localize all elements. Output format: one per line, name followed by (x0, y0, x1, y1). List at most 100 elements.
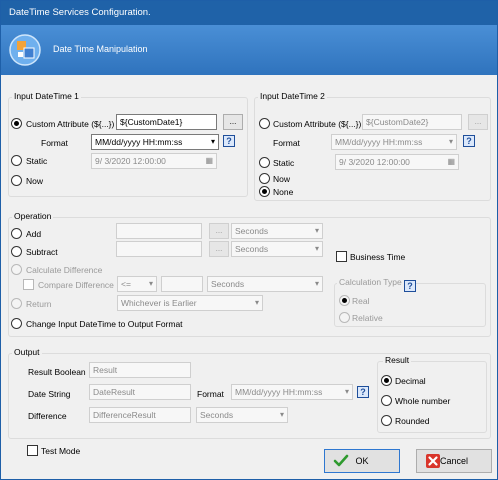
add-label: Add (26, 229, 42, 239)
input2-static-datetime-picker[interactable]: 9/ 3/2020 12:00:00 ▦ (335, 154, 459, 170)
header-banner: Date Time Manipulation (1, 25, 497, 75)
compare-difference-label: Compare Difference (38, 280, 114, 290)
date-string-label: Date String (28, 389, 71, 399)
return-label: Return (26, 299, 52, 309)
input1-format-label: Format (41, 138, 68, 148)
business-time-checkbox[interactable] (336, 251, 347, 262)
input1-format-help-icon[interactable]: ? (223, 135, 235, 147)
relative-radio[interactable] (339, 312, 350, 323)
real-label: Real (352, 296, 370, 306)
add-unit-value: Seconds (235, 226, 269, 236)
input2-custom-label: Custom Attribute (${...}) (273, 119, 362, 129)
subtract-browse-button[interactable]: ... (209, 241, 229, 257)
input2-static-radio[interactable] (259, 157, 270, 168)
output-format-select[interactable]: MM/dd/yyyy HH:mm:ss ▾ (231, 384, 353, 400)
subtract-radio[interactable] (11, 246, 22, 257)
chevron-down-icon: ▾ (344, 387, 349, 396)
difference-unit-value: Seconds (200, 410, 234, 420)
dialog-window: DateTime Services Configuration. Date Ti… (0, 0, 498, 480)
calendar-icon: ▦ (205, 156, 213, 165)
subtract-label: Subtract (26, 247, 58, 257)
input2-format-value: MM/dd/yyyy HH:mm:ss (335, 137, 423, 147)
add-amount-field[interactable] (116, 223, 202, 239)
decimal-radio[interactable] (381, 375, 392, 386)
compare-unit-value: Seconds (211, 279, 245, 289)
input1-custom-label: Custom Attribute (${...}) (26, 119, 115, 129)
input-datetime-2-label: Input DateTime 2 (258, 91, 327, 101)
input2-format-label: Format (273, 138, 300, 148)
input2-static-label: Static (273, 158, 295, 168)
difference-field[interactable]: DifferenceResult (89, 407, 191, 423)
input2-none-radio[interactable] (259, 186, 270, 197)
input1-custom-attribute-field[interactable]: ${CustomDate1} (116, 114, 217, 130)
result-group-label: Result (383, 355, 412, 365)
real-radio[interactable] (339, 295, 350, 306)
input1-browse-button[interactable]: ... (223, 114, 243, 130)
calendar-icon: ▦ (447, 157, 455, 166)
test-mode-checkbox[interactable] (27, 445, 38, 456)
difference-unit-select[interactable]: Seconds ▾ (196, 407, 288, 423)
cancel-button[interactable]: Cancel (416, 449, 492, 473)
compare-difference-checkbox[interactable] (23, 279, 34, 290)
add-browse-button[interactable]: ... (209, 223, 229, 239)
input2-static-value: 9/ 3/2020 12:00:00 (339, 157, 410, 167)
chevron-down-icon: ▾ (314, 244, 319, 253)
subtract-unit-select[interactable]: Seconds ▾ (231, 241, 323, 257)
chevron-down-icon: ▾ (314, 226, 319, 235)
input2-custom-radio[interactable] (259, 118, 270, 129)
relative-label: Relative (352, 313, 383, 323)
input2-format-help-icon[interactable]: ? (463, 135, 475, 147)
result-boolean-label: Result Boolean (28, 367, 86, 377)
output-format-value: MM/dd/yyyy HH:mm:ss (235, 387, 323, 397)
input2-now-radio[interactable] (259, 173, 270, 184)
chevron-down-icon: ▾ (254, 298, 259, 307)
business-time-label: Business Time (350, 252, 406, 262)
input1-format-select[interactable]: MM/dd/yyyy HH:mm:ss ▾ (91, 134, 219, 150)
date-string-field[interactable]: DateResult (89, 384, 191, 400)
ok-button[interactable]: OK (324, 449, 400, 473)
difference-label: Difference (28, 411, 67, 421)
calculation-type-help-icon[interactable]: ? (404, 280, 416, 292)
input1-static-radio[interactable] (11, 155, 22, 166)
chevron-down-icon: ▾ (279, 410, 284, 419)
subtract-amount-field[interactable] (116, 241, 202, 257)
compare-amount-field[interactable] (161, 276, 203, 292)
test-mode-label: Test Mode (41, 446, 81, 456)
input1-now-label: Now (26, 176, 44, 186)
calculation-type-label: Calculation Type (337, 277, 404, 287)
return-select[interactable]: Whichever is Earlier ▾ (117, 295, 263, 311)
whole-number-radio[interactable] (381, 395, 392, 406)
output-format-label: Format (197, 389, 224, 399)
result-boolean-field[interactable]: Result (89, 362, 191, 378)
calc-difference-radio[interactable] (11, 264, 22, 275)
rounded-label: Rounded (395, 416, 430, 426)
rounded-radio[interactable] (381, 415, 392, 426)
chevron-down-icon: ▾ (314, 279, 319, 288)
input1-format-value: MM/dd/yyyy HH:mm:ss (95, 137, 183, 147)
input1-static-datetime-picker[interactable]: 9/ 3/2020 12:00:00 ▦ (91, 153, 217, 169)
input2-browse-button[interactable]: ... (468, 114, 488, 130)
input2-none-label: None (273, 187, 294, 197)
chevron-down-icon: ▾ (148, 279, 153, 288)
add-unit-select[interactable]: Seconds ▾ (231, 223, 323, 239)
window-title: DateTime Services Configuration. (9, 7, 151, 18)
chevron-down-icon: ▾ (448, 137, 453, 146)
input2-now-label: Now (273, 174, 291, 184)
input1-now-radio[interactable] (11, 175, 22, 186)
input1-static-label: Static (26, 156, 48, 166)
input2-format-select[interactable]: MM/dd/yyyy HH:mm:ss ▾ (331, 134, 457, 150)
datetime-services-icon (9, 34, 41, 66)
output-format-help-icon[interactable]: ? (357, 386, 369, 398)
add-radio[interactable] (11, 228, 22, 239)
input1-custom-radio[interactable] (11, 118, 22, 129)
compare-operator-select[interactable]: <= ▾ (117, 276, 157, 292)
subtract-unit-value: Seconds (235, 244, 269, 254)
input2-custom-attribute-field[interactable]: ${CustomDate2} (362, 114, 462, 130)
ok-label: OK (355, 456, 369, 466)
compare-unit-select[interactable]: Seconds ▾ (207, 276, 323, 292)
change-format-radio[interactable] (11, 318, 22, 329)
return-radio[interactable] (11, 298, 22, 309)
calc-difference-label: Calculate Difference (26, 265, 103, 275)
title-bar: DateTime Services Configuration. (1, 1, 497, 25)
input1-static-value: 9/ 3/2020 12:00:00 (95, 156, 166, 166)
